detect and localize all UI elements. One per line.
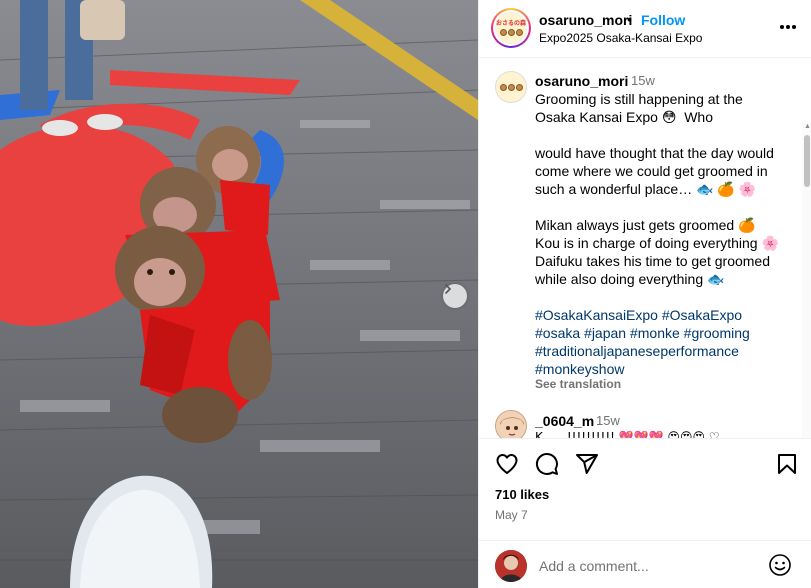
bookmark-icon <box>778 454 796 474</box>
comment-icon <box>536 453 558 475</box>
more-options-button[interactable] <box>779 17 797 35</box>
post-location[interactable]: Expo2025 Osaka-Kansai Expo <box>539 31 702 45</box>
caption-text: Grooming is still happening at the Osaka… <box>535 90 785 378</box>
monkey-face-icon <box>515 84 523 91</box>
next-photo-button[interactable] <box>443 284 467 308</box>
scroll-up-arrow-icon[interactable]: ▲ <box>804 123 811 130</box>
post-photo <box>0 0 478 588</box>
monkey-face-icon <box>507 28 515 36</box>
monkey-face-icon <box>499 84 507 91</box>
post-header: おさるの森 osaruno_mori • Follow Expo2025 Osa… <box>479 0 811 58</box>
scroll-thumb[interactable] <box>804 135 810 187</box>
commenter-avatar[interactable] <box>495 410 527 438</box>
comment-username[interactable]: _0604_m <box>535 413 594 429</box>
user-photo <box>495 550 527 582</box>
emoji-icon <box>769 554 791 576</box>
follow-button[interactable]: Follow <box>641 12 685 28</box>
likes-count[interactable]: 710 likes <box>495 487 549 502</box>
comment-time[interactable]: 15w <box>596 413 620 428</box>
action-bar <box>479 450 811 480</box>
caption-avatar[interactable] <box>495 71 527 103</box>
share-icon <box>576 454 598 474</box>
comments-scrollbar[interactable]: ▲ ▼ <box>802 121 811 438</box>
comments-section[interactable]: osaruno_mori 15w Grooming is still happe… <box>479 59 811 439</box>
monkey-face-icon <box>507 84 515 91</box>
separator-dot: • <box>627 11 632 27</box>
save-button[interactable] <box>773 450 801 478</box>
caption-username[interactable]: osaruno_mori <box>535 73 628 89</box>
caption-time[interactable]: 15w <box>631 73 655 88</box>
comment-text: K……!!!!!!!!!! 💖💖💖 😍😍😍 ♡ <box>535 430 720 439</box>
chevron-right-icon <box>445 284 451 294</box>
more-icon <box>780 25 796 29</box>
comment-button[interactable] <box>533 450 561 478</box>
monkey-face-icon <box>515 28 523 36</box>
post-username[interactable]: osaruno_mori <box>539 12 632 28</box>
profile-avatar[interactable]: おさるの森 <box>491 8 531 48</box>
post-date[interactable]: May 7 <box>495 508 528 522</box>
heart-icon <box>496 454 518 474</box>
post-panel: おさるの森 osaruno_mori • Follow Expo2025 Osa… <box>478 0 811 588</box>
see-translation-button[interactable]: See translation <box>535 377 621 391</box>
avatar-logo-text: おさるの森 <box>496 20 527 27</box>
current-user-avatar[interactable] <box>495 550 527 582</box>
add-comment-input[interactable] <box>539 555 759 577</box>
caption-body: Grooming is still happening at the Osaka… <box>535 91 779 287</box>
monkeys-photo <box>0 0 478 588</box>
logo-faces <box>499 28 523 36</box>
emoji-button[interactable] <box>768 553 792 582</box>
monkey-face-icon <box>499 28 507 36</box>
avatar-logo: おさるの森 <box>495 12 527 44</box>
share-button[interactable] <box>573 450 601 478</box>
like-button[interactable] <box>493 450 521 478</box>
avatar-illustration <box>496 411 526 438</box>
add-comment-row <box>479 540 811 588</box>
caption-hashtags[interactable]: #OsakaKansaiExpo #OsakaExpo #osaka #japa… <box>535 307 754 377</box>
